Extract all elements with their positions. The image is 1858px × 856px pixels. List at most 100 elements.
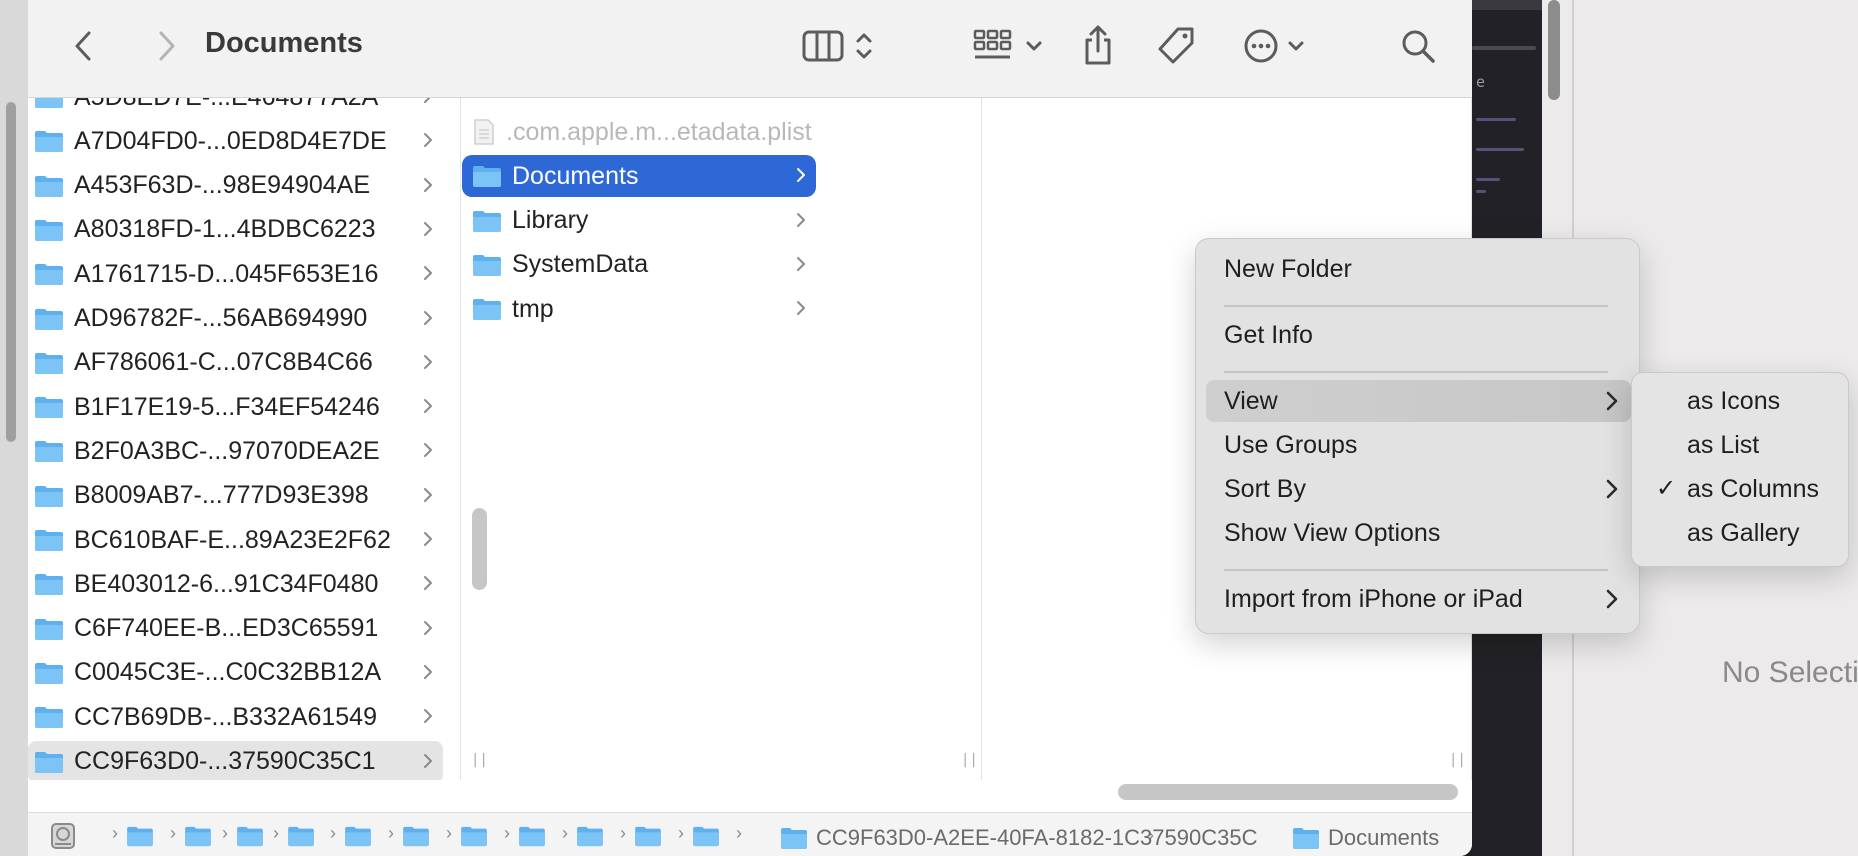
folder-icon [35,264,63,286]
menu-item-get-info[interactable]: Get Info [1206,314,1631,356]
chevron-down-icon [1288,41,1304,51]
file-list-row[interactable]: .com.apple.m...etadata.plist [462,111,816,153]
item-name: B1F17E19-5...F34EF54246 [74,392,380,421]
menu-item-label: Import from iPhone or iPad [1224,584,1523,613]
submenu-item-as-columns[interactable]: ✓ as Columns [1640,468,1840,510]
file-list-row[interactable]: Documents [462,155,816,198]
more-actions-button[interactable] [1234,26,1314,66]
menu-item-import-from-iphone[interactable]: Import from iPhone or iPad [1206,578,1631,620]
menu-item-sort-by[interactable]: Sort By [1206,468,1631,510]
file-list-row[interactable]: tmp [462,288,816,330]
folder-icon [781,828,807,849]
path-bar: › CC9F63D0-A2EE-40FA-8182-1C37590C35C Do… [28,812,1472,856]
folder-icon [35,352,63,374]
chevron-right-icon [1605,390,1619,419]
path-separator: › [504,823,510,843]
path-folder-crumb[interactable] [634,825,662,852]
folder-icon [35,397,63,419]
path-folder-crumb[interactable] [287,825,315,852]
item-name: CC7B69DB-...B332A61549 [74,702,377,731]
folder-icon [519,826,545,847]
path-separator: › [222,823,228,843]
file-list-row[interactable]: CC7B69DB-...B332A61549 [28,696,443,738]
horizontal-scrollbar[interactable] [1118,784,1458,800]
chevron-right-icon [423,620,433,641]
menu-item-view[interactable]: View [1206,380,1631,422]
path-folder-crumb[interactable] [126,825,154,852]
path-container-folder[interactable]: CC9F63D0-A2EE-40FA-8182-1C37590C35C [780,825,1290,851]
background-scrollbar [6,102,16,442]
folder-icon [35,574,63,596]
share-button[interactable] [1078,22,1118,68]
path-disk[interactable] [50,821,76,851]
file-list-row[interactable]: C6F740EE-B...ED3C65591 [28,608,443,650]
column-resize-handle-2[interactable]: || [961,752,978,774]
file-list-row[interactable]: A80318FD-1...4BDBC6223 [28,209,443,251]
column-2: .com.apple.m...etadata.plist Documents Lib… [462,98,982,780]
file-list-row[interactable]: BC610BAF-E...89A23E2F62 [28,519,443,561]
file-list-row[interactable]: B1F17E19-5...F34EF54246 [28,386,443,428]
item-name: Documents [512,161,639,190]
tag-button[interactable] [1154,24,1198,68]
file-list-row[interactable]: SystemData [462,244,816,286]
item-name: A5D8ED7E-...E464877A2A [74,98,378,112]
path-folder-crumb[interactable] [402,825,430,852]
path-separator: › [678,823,684,843]
file-list-row[interactable]: A5D8ED7E-...E464877A2A [28,98,443,118]
submenu-item-as-icons[interactable]: as Icons [1640,380,1840,422]
path-current-folder[interactable]: Documents [1292,825,1439,851]
submenu-item-label: as List [1687,430,1760,459]
back-button[interactable] [68,28,98,64]
file-list-row[interactable]: A7D04FD0-...0ED8D4E7DE [28,120,443,162]
search-button[interactable] [1398,26,1438,66]
menu-item-show-view-options[interactable]: Show View Options [1206,512,1631,554]
path-folder-crumb[interactable] [184,825,212,852]
group-button[interactable] [963,26,1053,66]
folder-icon [237,826,263,847]
item-name: .com.apple.m...etadata.plist [506,117,812,146]
chevron-up-down-icon [856,33,872,59]
forward-button[interactable] [152,28,182,64]
chevron-right-icon [423,575,433,596]
file-list-row[interactable]: CC9F63D0-...37590C35C1 [28,740,443,780]
checkmark-icon: ✓ [1656,475,1677,502]
search-icon [1402,30,1435,63]
column-resize-handle-3[interactable]: || [1449,752,1466,774]
menu-item-new-folder[interactable]: New Folder [1206,248,1631,290]
folder-icon [403,826,429,847]
file-list-row[interactable]: A453F63D-...98E94904AE [28,165,443,207]
item-name: B2F0A3BC-...97070DEA2E [74,436,380,465]
path-folder-crumb[interactable] [576,825,604,852]
file-list-row[interactable]: C0045C3E-...C0C32BB12A [28,652,443,694]
file-list-row[interactable]: A1761715-D...045F653E16 [28,253,443,295]
menu-item-label: View [1224,386,1278,415]
path-folder-crumb[interactable] [344,825,372,852]
menu-separator [1224,371,1608,373]
view-submenu: as Icons as List ✓ as Columns as Gallery [1631,372,1849,567]
menu-item-use-groups[interactable]: Use Groups [1206,424,1631,466]
file-list-row[interactable]: B8009AB7-...777D93E398 [28,475,443,517]
folder-icon [473,166,501,188]
file-list-row[interactable]: AF786061-C...07C8B4C66 [28,342,443,384]
file-list-row[interactable]: B2F0A3BC-...97070DEA2E [28,430,443,472]
path-folder-crumb[interactable] [692,825,720,852]
view-mode-button[interactable] [792,26,882,66]
path-separator: › [736,823,742,843]
file-list-row[interactable]: Library [462,200,816,242]
path-folder-crumb[interactable] [460,825,488,852]
file-list-row[interactable]: BE403012-6...91C34F0480 [28,563,443,605]
chevron-right-icon [423,132,433,153]
menu-item-label: Get Info [1224,320,1313,349]
item-name: Library [512,206,589,235]
submenu-item-as-list[interactable]: as List [1640,424,1840,466]
file-list-row[interactable]: AD96782F-...56AB694990 [28,298,443,340]
item-name: B8009AB7-...777D93E398 [74,481,369,510]
submenu-item-as-gallery[interactable]: as Gallery [1640,512,1840,554]
path-folder-crumb[interactable] [236,825,264,852]
columns-view-icon [802,30,844,62]
chevron-down-icon [1026,41,1042,51]
folder-icon [35,98,63,108]
path-folder-crumb[interactable] [518,825,546,852]
menu-separator [1224,569,1608,571]
chevron-right-icon [796,300,806,321]
